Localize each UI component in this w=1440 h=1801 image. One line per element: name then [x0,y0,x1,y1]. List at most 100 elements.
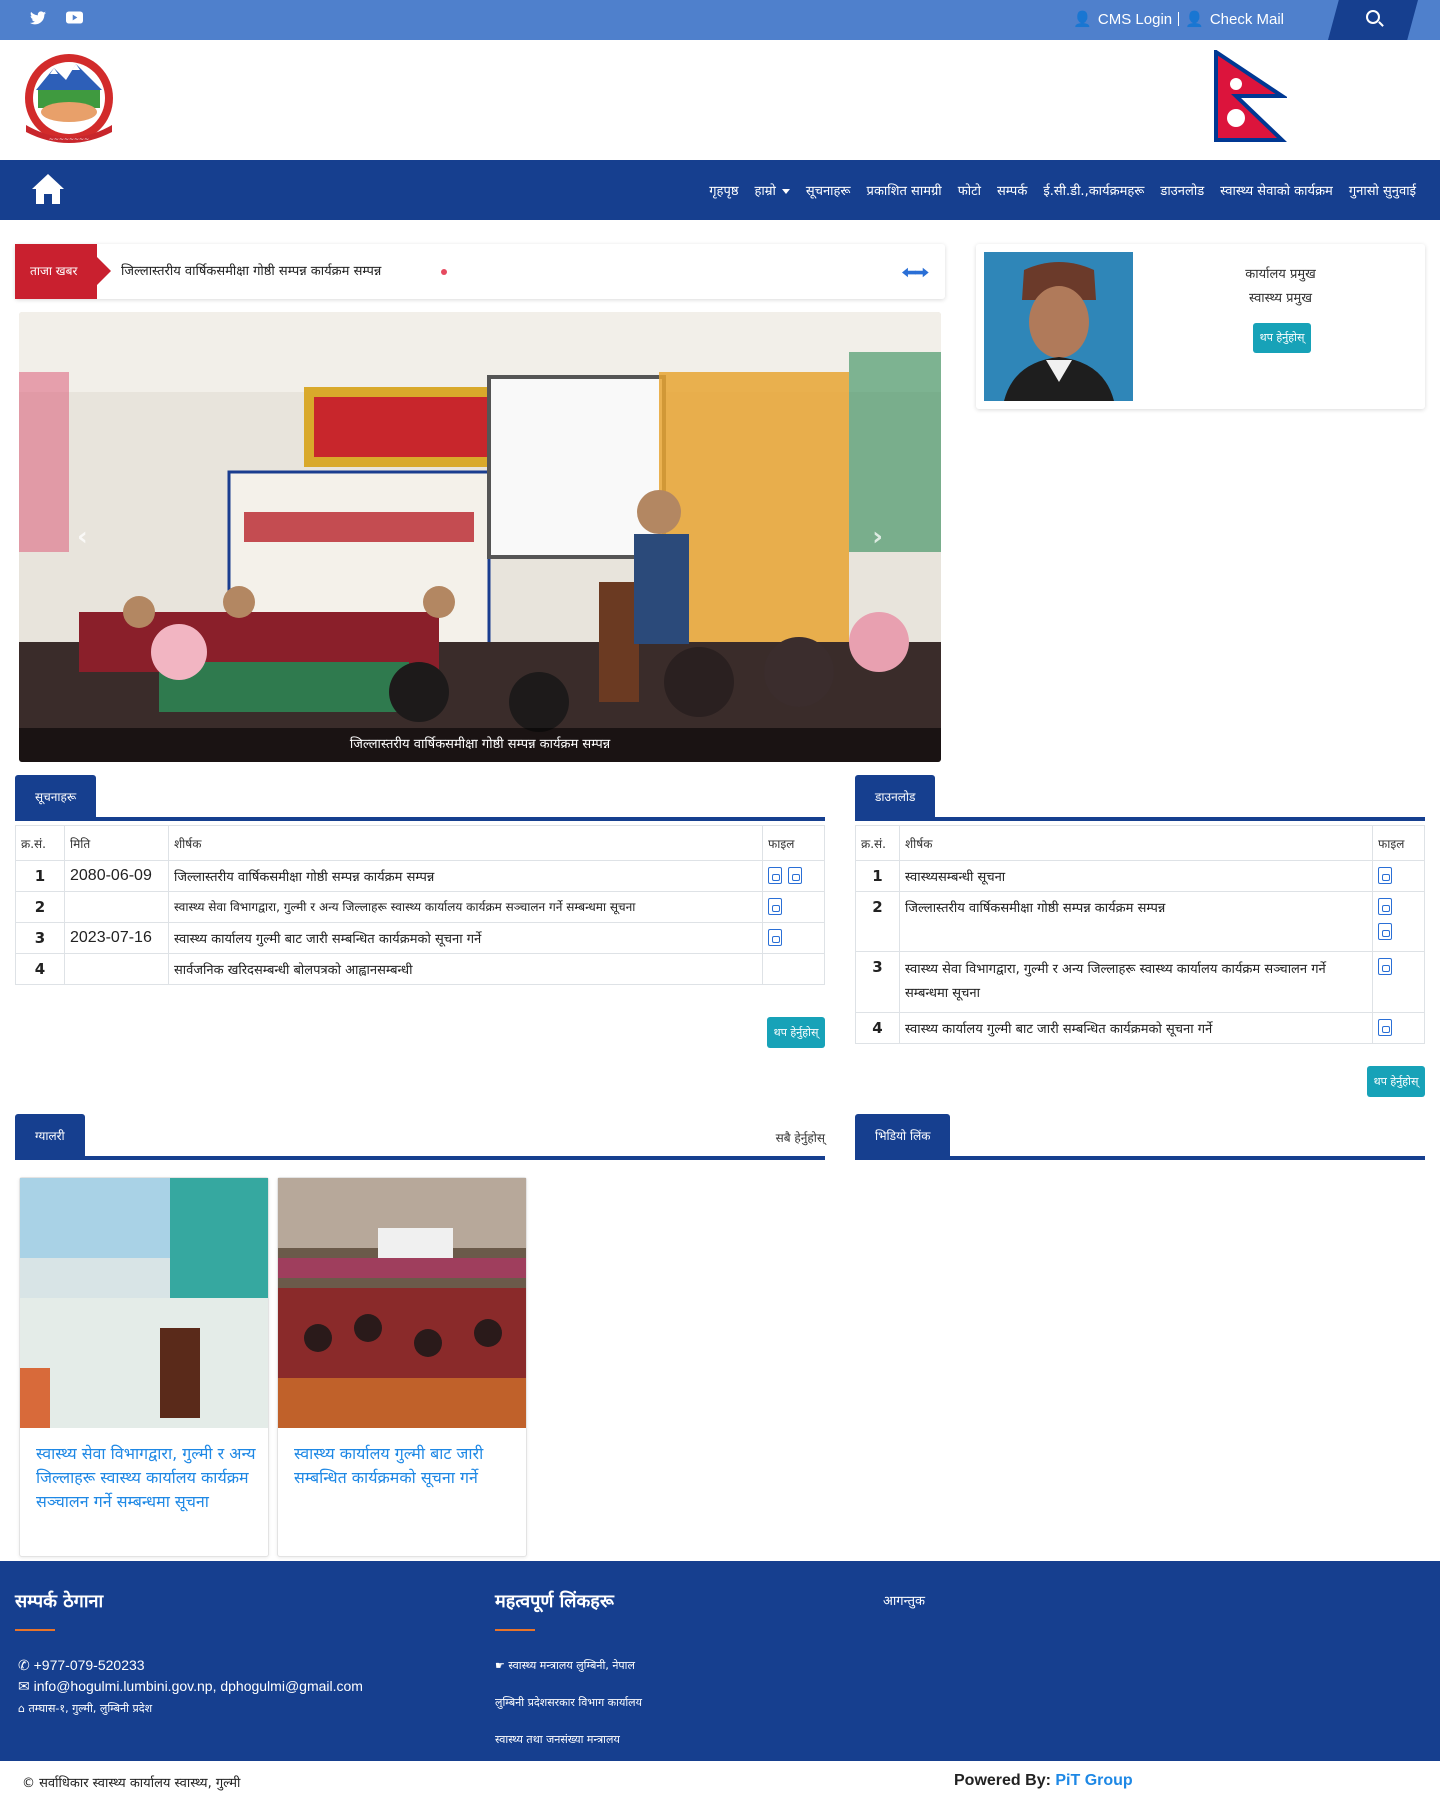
check-mail-link[interactable]: Check Mail [1210,11,1284,28]
pdf-icon[interactable] [768,867,782,884]
notices-section-header: सूचनाहरू [15,775,825,821]
row-sn: 3 [15,922,65,954]
arrow-left-icon[interactable]: 🠨 [902,263,917,284]
nav-item-photos[interactable]: फोटो [958,181,981,199]
gallery-card[interactable]: स्वास्थ्य कार्यालय गुल्मी बाट जारी सम्बन… [277,1177,527,1557]
pdf-icon[interactable] [768,898,782,915]
table-row: 3 2023-07-16 स्वास्थ्य कार्यालय गुल्मी ब… [15,922,825,954]
nav-item-about[interactable]: हाम्रो [754,181,790,199]
tab-notices[interactable]: सूचनाहरू [15,775,97,817]
powered-by: Powered By: PiT Group [954,1772,1133,1790]
footer-phone: ✆ +977-079-520233 [18,1657,145,1674]
table-row: 1 स्वास्थ्यसम्बन्धी सूचना [855,860,1425,892]
footer-link-item[interactable]: ☛ स्वास्थ्य मन्त्रालय लुम्बिनी, नेपाल [495,1658,635,1673]
col-header-file: फाइल [1372,825,1425,861]
row-title-link[interactable]: स्वास्थ्यसम्बन्धी सूचना [899,860,1373,892]
chief-profile-card: कार्यालय प्रमुख स्वास्थ्य प्रमुख थप हेर्… [976,244,1425,409]
row-title-link[interactable]: स्वास्थ्य कार्यालय गुल्मी बाट जारी सम्बन… [168,922,763,954]
row-files [762,891,825,923]
chevron-down-icon [781,189,790,194]
envelope-icon: ✉ [18,1678,30,1694]
government-emblem-logo[interactable]: ~~~~~~~~ [16,50,123,150]
ticker-label: ताजा खबर [15,244,111,299]
row-title-link[interactable]: जिल्लास्तरीय वार्षिकसमीक्षा गोष्ठी सम्पन… [168,860,763,892]
pdf-icon[interactable] [1378,923,1392,940]
row-sn: 1 [855,860,900,892]
home-icon: ⌂ [18,1702,25,1715]
user-icon: 👤 [1073,11,1092,28]
nav-item-publications[interactable]: प्रकाशित सामग्री [867,181,942,199]
row-files [762,860,825,892]
gallery-photo [278,1178,526,1428]
news-ticker: ताजा खबर जिल्लास्तरीय वार्षिकसमीक्षा गोष… [15,244,945,299]
row-files [762,953,825,985]
row-date: 2023-07-16 [64,922,169,954]
ticker-news-link[interactable]: जिल्लास्तरीय वार्षिकसमीक्षा गोष्ठी सम्पन… [121,244,381,299]
row-files [1372,860,1425,892]
nav-item-ecd-programs[interactable]: ई.सी.डी.,कार्यक्रमहरू [1043,181,1144,199]
row-sn: 1 [15,860,65,892]
gallery-card[interactable]: स्वास्थ्य सेवा विभागद्वारा, गुल्मी र अन्… [19,1177,269,1557]
table-row: 1 2080-06-09 जिल्लास्तरीय वार्षिकसमीक्षा… [15,860,825,892]
row-title-link[interactable]: स्वास्थ्य सेवा विभागद्वारा, गुल्मी र अन्… [899,951,1373,1013]
youtube-icon[interactable] [65,11,83,29]
profile-more-button[interactable]: थप हेर्नुहोस् [1253,323,1311,353]
table-row: 3 स्वास्थ्य सेवा विभागद्वारा, गुल्मी र अ… [855,951,1425,1013]
home-icon[interactable] [30,172,66,206]
site-footer: सम्पर्क ठेगाना ✆ +977-079-520233 ✉ info@… [0,1561,1440,1761]
bullet-icon [441,269,447,275]
divider [1178,12,1180,26]
pdf-icon[interactable] [1378,898,1392,915]
cms-login-link[interactable]: CMS Login [1098,11,1172,28]
phone-icon: ✆ [18,1657,30,1673]
footer-link-item[interactable]: लुम्बिनी प्रदेशसरकार विभाग कार्यालय [495,1695,642,1710]
row-files [1372,1012,1425,1044]
gallery-card-title[interactable]: स्वास्थ्य कार्यालय गुल्मी बाट जारी सम्बन… [294,1442,514,1490]
nav-item-home[interactable]: गृहपृष्ठ [709,181,738,199]
row-title-link[interactable]: जिल्लास्तरीय वार्षिकसमीक्षा गोष्ठी सम्पन… [899,891,1373,952]
twitter-icon[interactable] [29,11,47,29]
pdf-icon[interactable] [1378,958,1392,975]
tab-video[interactable]: भिडियो लिंक [855,1114,951,1156]
hand-pointer-icon: ☛ [495,1659,505,1672]
nav-item-label: हाम्रो [754,184,776,199]
arrow-right-icon[interactable]: 🠪 [914,263,929,284]
tab-gallery[interactable]: ग्यालरी [15,1114,85,1156]
phone-text: +977-079-520233 [33,1657,145,1673]
pdf-icon[interactable] [768,929,782,946]
nav-item-downloads[interactable]: डाउनलोड [1160,181,1204,199]
footer-address: ⌂ तम्घास-१, गुल्मी, लुम्बिनी प्रदेश [18,1701,152,1716]
row-title-link[interactable]: स्वास्थ्य सेवा विभागद्वारा, गुल्मी र अन्… [168,891,763,923]
footer-email: ✉ info@hogulmi.lumbini.gov.np, dphogulmi… [18,1678,363,1695]
video-section-header: भिडियो लिंक [855,1114,1425,1160]
row-title-link[interactable]: सार्वजनिक खरिदसम्बन्धी बोलपत्रको आह्वानस… [168,953,763,985]
search-button[interactable] [1328,0,1418,40]
col-header-sn: क्र.सं. [15,825,65,861]
nav-item-health-programs[interactable]: स्वास्थ्य सेवाको कार्यक्रम [1220,181,1333,199]
row-title-link[interactable]: स्वास्थ्य कार्यालय गुल्मी बाट जारी सम्बन… [899,1012,1373,1044]
carousel-prev-button[interactable]: ‹ [77,522,88,552]
nav-item-notices[interactable]: सूचनाहरू [806,181,851,199]
footer-link-label: स्वास्थ्य मन्त्रालय लुम्बिनी, नेपाल [508,1659,635,1672]
footer-link-item[interactable]: स्वास्थ्य तथा जनसंख्या मन्त्रालय [495,1732,620,1747]
nav-item-grievance[interactable]: गुनासो सुनुवाई [1349,181,1416,199]
gallery-view-all-link[interactable]: सबै हेर्नुहोस् [776,1129,825,1146]
chief-photo [984,252,1133,401]
notices-more-button[interactable]: थप हेर्नुहोस् [767,1017,825,1048]
pdf-icon[interactable] [1378,1019,1392,1036]
gallery-card-title[interactable]: स्वास्थ्य सेवा विभागद्वारा, गुल्मी र अन्… [36,1442,256,1514]
pdf-icon[interactable] [1378,867,1392,884]
nav-item-contact[interactable]: सम्पर्क [997,181,1027,199]
powered-by-link[interactable]: PiT Group [1055,1772,1132,1789]
carousel-next-button[interactable]: › [872,522,883,552]
copyright-text: © सर्वाधिकार स्वास्थ्य कार्यालय स्वास्थ्… [22,1776,241,1791]
tab-downloads[interactable]: डाउनलोड [855,775,936,817]
pdf-icon[interactable] [788,867,802,884]
downloads-more-button[interactable]: थप हेर्नुहोस् [1367,1066,1425,1097]
image-carousel[interactable]: ‹ › जिल्लास्तरीय वार्षिकसमीक्षा गोष्ठी स… [19,312,941,762]
col-header-file: फाइल [762,825,825,861]
downloads-table: क्र.सं. शीर्षक फाइल 1 स्वास्थ्यसम्बन्धी … [855,825,1425,1044]
powered-by-label: Powered By: [954,1772,1051,1789]
footer-links-title: महत्वपूर्ण लिंकहरू [495,1591,614,1612]
top-bar: 👤 CMS Login 👤 Check Mail [0,0,1440,40]
